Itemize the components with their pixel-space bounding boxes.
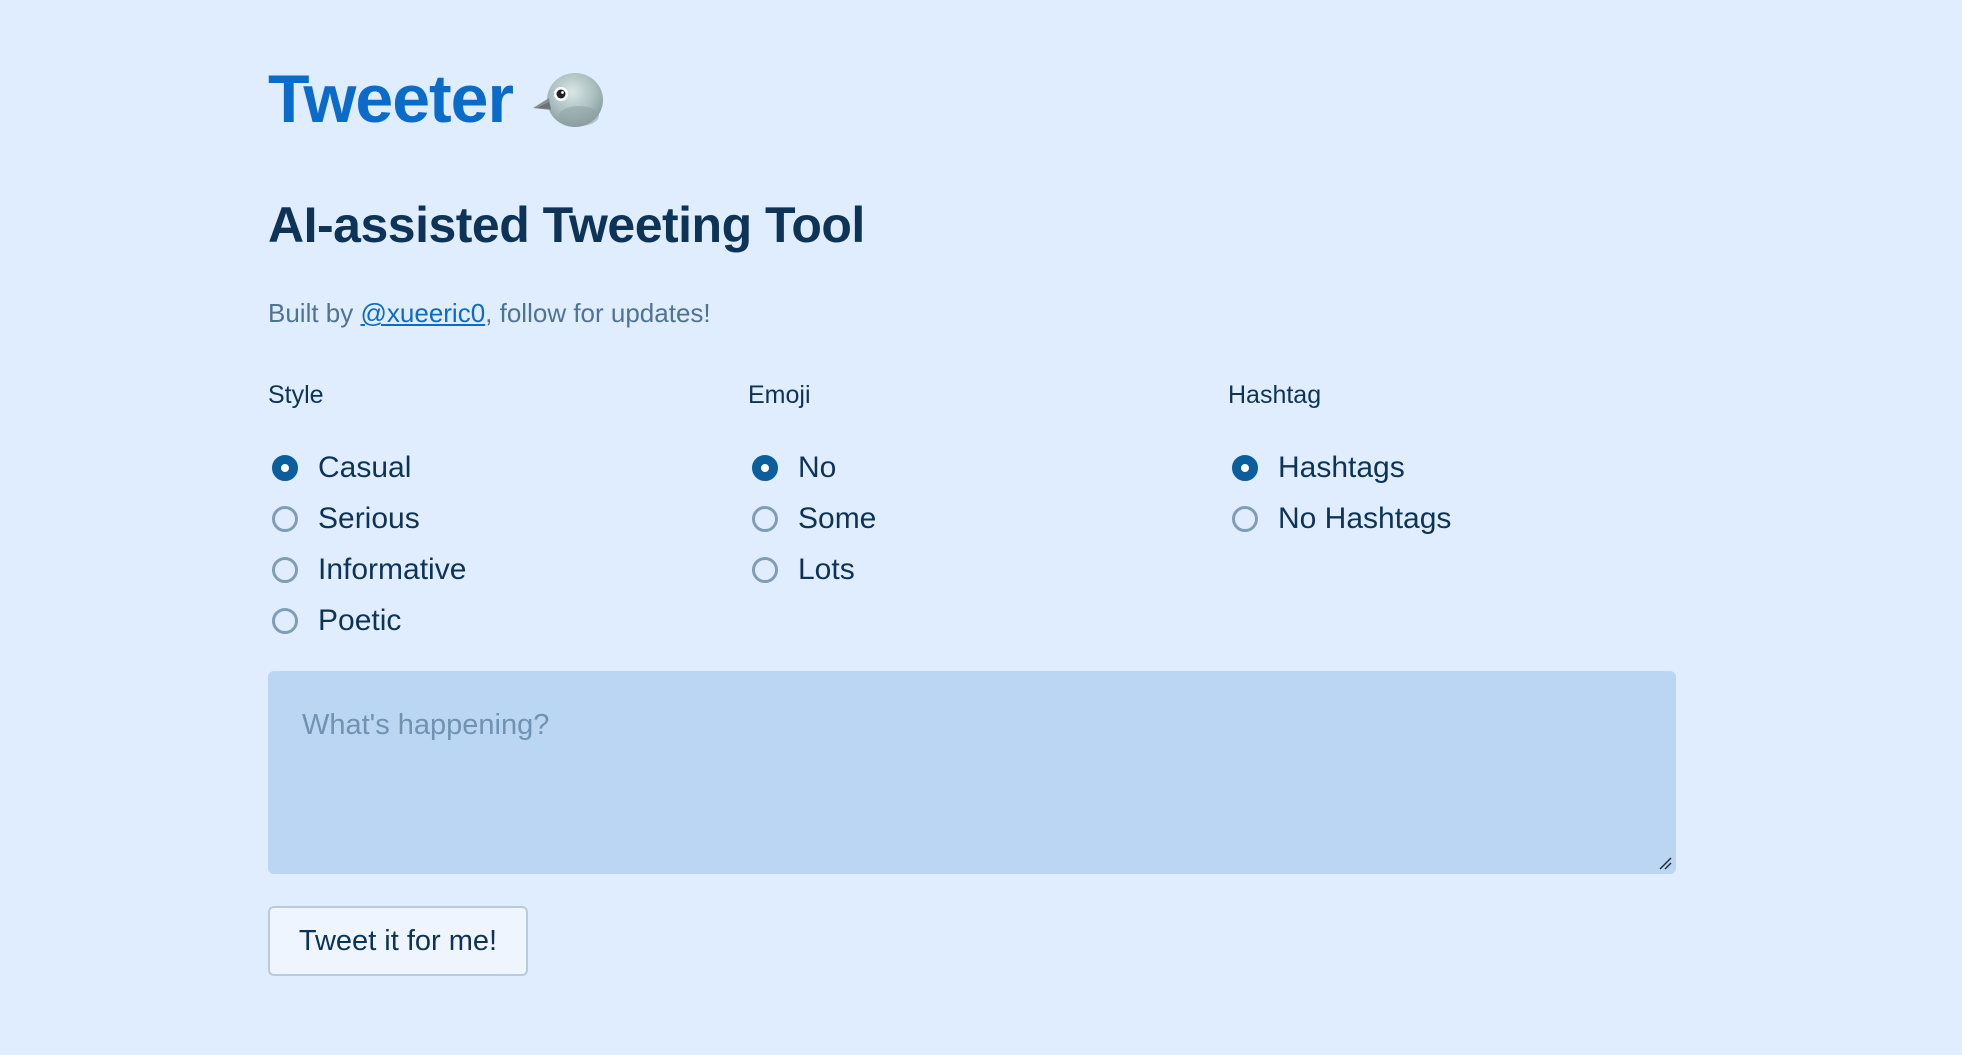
emoji-option-lots[interactable]: Lots <box>748 544 876 595</box>
style-option-label: Informative <box>318 552 467 586</box>
emoji-option-label: Lots <box>798 552 855 586</box>
hashtag-radio-group: Hashtag Hashtags No Hashtags <box>1228 378 1451 544</box>
style-radio-group: Style Casual Serious Informative Poetic <box>268 378 466 646</box>
hashtag-group-label: Hashtag <box>1228 381 1322 409</box>
emoji-option-label: No <box>798 450 837 484</box>
byline-suffix: , follow for updates! <box>485 298 711 328</box>
style-option-poetic[interactable]: Poetic <box>268 595 466 646</box>
radio-unchecked-icon[interactable] <box>1232 505 1258 532</box>
style-group-label: Style <box>268 381 324 409</box>
resize-handle-icon[interactable] <box>1658 856 1672 870</box>
tweet-input[interactable] <box>268 671 1676 874</box>
hashtag-option-label: No Hashtags <box>1278 501 1452 535</box>
page-subtitle: AI-assisted Tweeting Tool <box>268 197 865 253</box>
radio-unchecked-icon[interactable] <box>272 607 298 634</box>
app-title-text: Tweeter <box>268 61 514 137</box>
style-option-casual[interactable]: Casual <box>268 442 466 493</box>
author-link[interactable]: @xueeric0 <box>361 298 486 328</box>
radio-checked-icon[interactable] <box>752 454 778 481</box>
style-option-serious[interactable]: Serious <box>268 493 466 544</box>
radio-checked-icon[interactable] <box>272 454 298 481</box>
style-option-label: Serious <box>318 501 420 535</box>
emoji-radio-group: Emoji No Some Lots <box>748 378 876 595</box>
emoji-option-some[interactable]: Some <box>748 493 876 544</box>
byline-prefix: Built by <box>268 298 361 328</box>
radio-checked-icon[interactable] <box>1232 454 1258 481</box>
hashtag-option-no-hashtags[interactable]: No Hashtags <box>1228 493 1451 544</box>
style-option-informative[interactable]: Informative <box>268 544 466 595</box>
emoji-group-label: Emoji <box>748 381 811 409</box>
bird-icon <box>531 68 605 130</box>
byline: Built by @xueeric0, follow for updates! <box>268 298 711 329</box>
emoji-option-label: Some <box>798 501 877 535</box>
radio-unchecked-icon[interactable] <box>752 556 778 583</box>
style-option-label: Poetic <box>318 603 402 637</box>
hashtag-option-label: Hashtags <box>1278 450 1405 484</box>
emoji-option-no[interactable]: No <box>748 442 876 493</box>
tweet-submit-button[interactable]: Tweet it for me! <box>268 906 528 976</box>
style-option-label: Casual <box>318 450 412 484</box>
app-title: Tweeter <box>268 60 605 138</box>
hashtag-option-hashtags[interactable]: Hashtags <box>1228 442 1451 493</box>
radio-unchecked-icon[interactable] <box>752 505 778 532</box>
radio-unchecked-icon[interactable] <box>272 505 298 532</box>
radio-unchecked-icon[interactable] <box>272 556 298 583</box>
